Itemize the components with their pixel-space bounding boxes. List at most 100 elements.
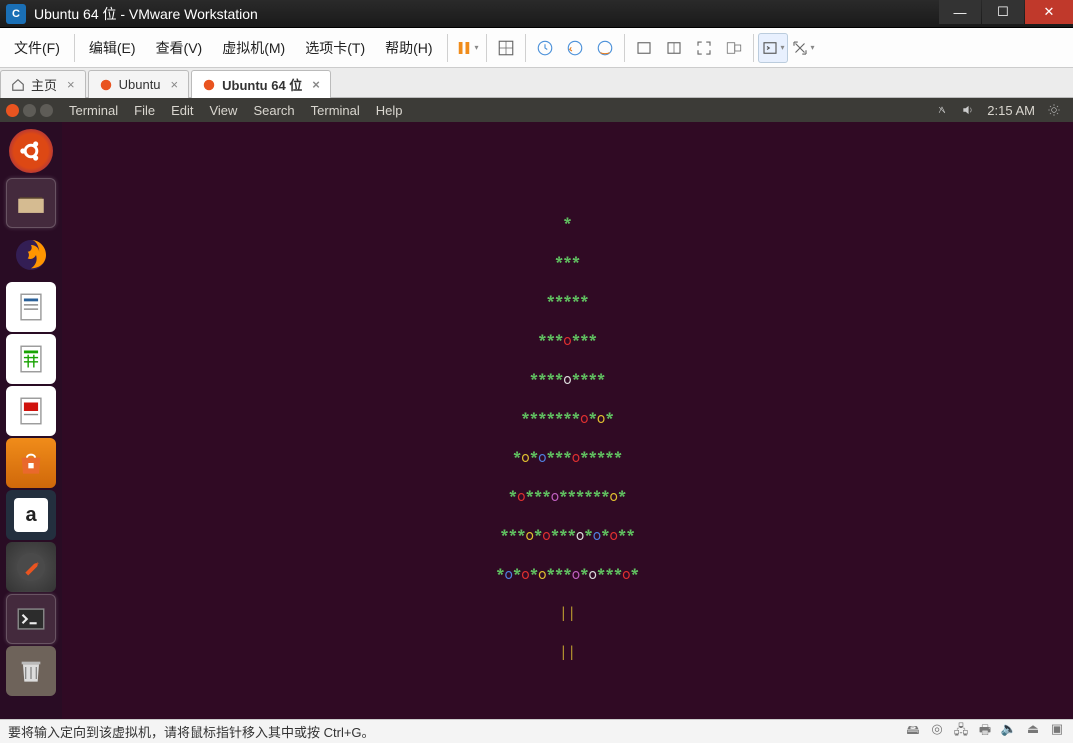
vmware-tabs: 主页 × Ubuntu × Ubuntu 64 位 × xyxy=(0,68,1073,98)
tab-close-button[interactable]: × xyxy=(67,77,75,92)
menu-divider xyxy=(447,34,448,62)
menu-view[interactable]: 查看(V) xyxy=(146,28,213,67)
launcher-settings[interactable] xyxy=(6,542,56,592)
launcher-dash[interactable] xyxy=(9,129,53,173)
wrench-icon xyxy=(14,550,48,584)
expand-icon xyxy=(791,39,809,57)
network-icon xyxy=(935,103,949,117)
grid-icon xyxy=(497,39,515,57)
minimize-button[interactable]: — xyxy=(939,0,981,24)
menu-help[interactable]: 帮助(H) xyxy=(375,28,442,67)
launcher-firefox[interactable] xyxy=(6,230,56,280)
ubuntu-icon xyxy=(202,78,216,92)
clock[interactable]: 2:15 AM xyxy=(981,103,1041,118)
launcher-software[interactable] xyxy=(6,438,56,488)
tab-home[interactable]: 主页 × xyxy=(0,70,86,98)
menu-divider xyxy=(624,34,625,62)
ubuntu-menu-file[interactable]: File xyxy=(126,103,163,118)
tab-ubuntu64[interactable]: Ubuntu 64 位 × xyxy=(191,70,331,98)
menu-tabs[interactable]: 选项卡(T) xyxy=(295,28,375,67)
tab-close-button[interactable]: × xyxy=(312,77,320,92)
status-text: 要将输入定向到该虚拟机，请将鼠标指针移入其中或按 Ctrl+G。 xyxy=(8,722,905,741)
amazon-icon: a xyxy=(14,498,48,532)
send-cad-button[interactable] xyxy=(491,33,521,63)
spreadsheet-icon xyxy=(14,342,48,376)
menu-file[interactable]: 文件(F) xyxy=(4,28,70,67)
clock-icon xyxy=(536,39,554,57)
vmware-statusbar: 要将输入定向到该虚拟机，请将鼠标指针移入其中或按 Ctrl+G。 🖴 ◎ 🖧 🖶… xyxy=(0,719,1073,743)
speaker-icon xyxy=(961,103,975,117)
terminal-icon xyxy=(14,602,48,636)
fullscreen-icon xyxy=(695,39,713,57)
unity-icon xyxy=(725,39,743,57)
document-icon xyxy=(14,290,48,324)
usb-icon[interactable]: ⏏ xyxy=(1025,721,1041,743)
menu-divider xyxy=(486,34,487,62)
window-titlebar: C Ubuntu 64 位 - VMware Workstation — ☐ ✕ xyxy=(0,0,1073,28)
home-icon xyxy=(11,78,25,92)
tab-label: Ubuntu xyxy=(119,77,161,92)
menu-vm[interactable]: 虚拟机(M) xyxy=(212,28,295,67)
unity-button[interactable] xyxy=(719,33,749,63)
ubuntu-top-panel: Terminal File Edit View Search Terminal … xyxy=(0,98,1073,122)
ubuntu-menu-search[interactable]: Search xyxy=(245,103,302,118)
terminal-body[interactable]: * *** ***** ***o*** ****o**** *******o*o… xyxy=(62,122,1073,719)
vmware-menubar: 文件(F) 编辑(E) 查看(V) 虚拟机(M) 选项卡(T) 帮助(H) ▾ … xyxy=(0,28,1073,68)
network-indicator[interactable] xyxy=(929,103,955,117)
clock-manage-icon xyxy=(596,39,614,57)
window-icon xyxy=(635,39,653,57)
menu-edit[interactable]: 编辑(E) xyxy=(79,28,146,67)
sound-icon[interactable]: 🔈 xyxy=(1001,721,1017,743)
ascii-art: * *** ***** ***o*** ****o**** *******o*o… xyxy=(62,122,1073,719)
tab-close-button[interactable]: × xyxy=(171,77,179,92)
stretch-button[interactable]: ▾ xyxy=(788,33,818,63)
printer-icon[interactable]: 🖶 xyxy=(977,721,993,743)
tab-label: 主页 xyxy=(31,75,57,94)
launcher-terminal[interactable] xyxy=(6,594,56,644)
status-icons: 🖴 ◎ 🖧 🖶 🔈 ⏏ ▣ xyxy=(905,721,1065,743)
launcher-calc[interactable] xyxy=(6,334,56,384)
pause-button[interactable]: ▾ xyxy=(452,33,482,63)
console-button[interactable]: ▾ xyxy=(758,33,788,63)
manage-snapshots-button[interactable] xyxy=(590,33,620,63)
ubuntu-menu-edit[interactable]: Edit xyxy=(163,103,201,118)
network-icon[interactable]: 🖧 xyxy=(953,721,969,743)
session-indicator[interactable] xyxy=(1041,103,1067,117)
presentation-icon xyxy=(14,394,48,428)
launcher-impress[interactable] xyxy=(6,386,56,436)
clock-back-icon xyxy=(566,39,584,57)
fullscreen-button[interactable] xyxy=(689,33,719,63)
launcher-trash[interactable] xyxy=(6,646,56,696)
launcher-files[interactable] xyxy=(6,178,56,228)
maximize-button[interactable]: ☐ xyxy=(982,0,1024,24)
ubuntu-window-close[interactable] xyxy=(6,104,19,117)
revert-button[interactable] xyxy=(560,33,590,63)
sound-indicator[interactable] xyxy=(955,103,981,117)
snapshot-button[interactable] xyxy=(530,33,560,63)
message-icon[interactable]: ▣ xyxy=(1049,721,1065,743)
vm-display[interactable]: Terminal File Edit View Search Terminal … xyxy=(0,98,1073,719)
folder-icon xyxy=(14,186,48,220)
ubuntu-menu-view[interactable]: View xyxy=(201,103,245,118)
console-icon xyxy=(761,39,779,57)
shopping-bag-icon xyxy=(15,447,47,479)
menu-divider xyxy=(753,34,754,62)
view-single-button[interactable] xyxy=(629,33,659,63)
launcher-writer[interactable] xyxy=(6,282,56,332)
launcher-amazon[interactable]: a xyxy=(6,490,56,540)
ubuntu-launcher: a xyxy=(0,122,62,719)
close-button[interactable]: ✕ xyxy=(1025,0,1073,24)
ubuntu-menu-terminal[interactable]: Terminal xyxy=(303,103,368,118)
trash-icon xyxy=(15,655,47,687)
cd-icon[interactable]: ◎ xyxy=(929,721,945,743)
view-multi-button[interactable] xyxy=(659,33,689,63)
disk-icon[interactable]: 🖴 xyxy=(905,721,921,743)
tab-ubuntu[interactable]: Ubuntu × xyxy=(88,70,190,98)
ubuntu-window-minimize[interactable] xyxy=(23,104,36,117)
chevron-down-icon: ▾ xyxy=(811,43,815,52)
ubuntu-menu-help[interactable]: Help xyxy=(368,103,411,118)
ubuntu-menu-app[interactable]: Terminal xyxy=(61,103,126,118)
menu-divider xyxy=(525,34,526,62)
gear-icon xyxy=(1047,103,1061,117)
ubuntu-window-maximize[interactable] xyxy=(40,104,53,117)
